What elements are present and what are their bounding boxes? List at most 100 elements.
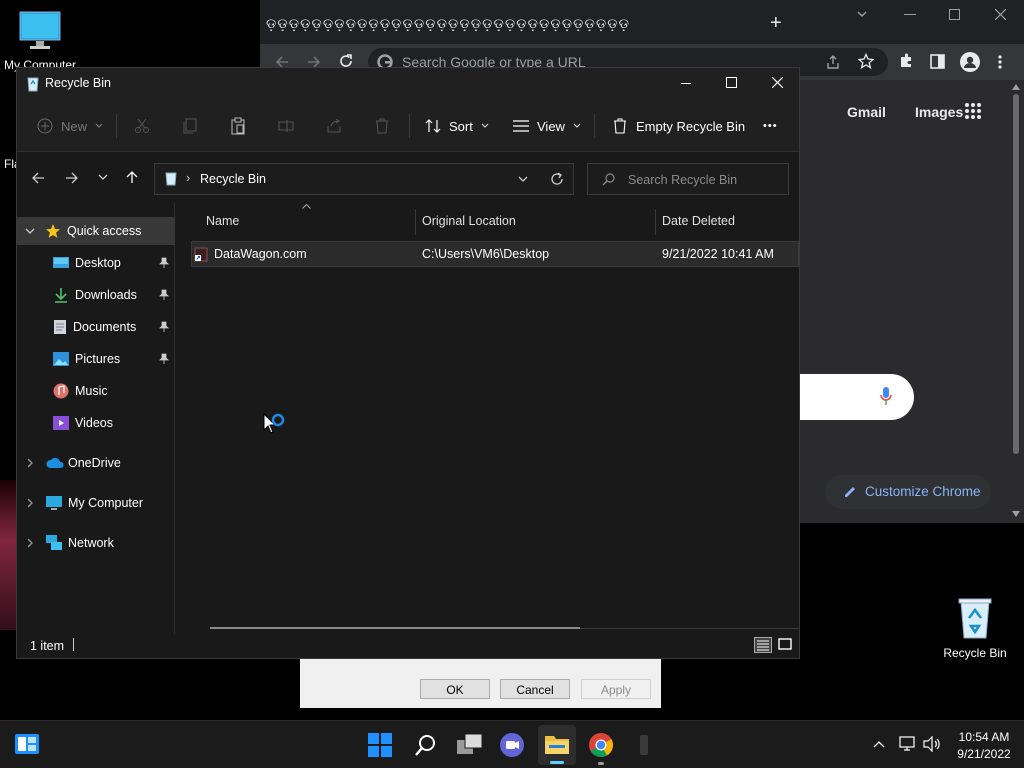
start-windows-icon[interactable] — [368, 733, 392, 757]
column-header-name[interactable]: Name — [206, 203, 239, 235]
nav-item-downloads[interactable]: Downloads — [17, 281, 175, 309]
cloud-icon — [46, 457, 64, 469]
nav-item-desktop[interactable]: Desktop — [17, 249, 175, 277]
tab-search-icon[interactable] — [856, 8, 868, 20]
title-bar[interactable]: Recycle Bin — [17, 68, 799, 100]
column-divider[interactable] — [655, 209, 656, 235]
copy-button[interactable] — [182, 112, 198, 140]
widgets-icon[interactable] — [15, 732, 39, 756]
share-icon[interactable] — [825, 54, 841, 70]
network-status-icon[interactable] — [899, 736, 917, 752]
back-arrow-icon[interactable] — [31, 171, 45, 185]
file-original-location: C:\Users\VM6\Desktop — [422, 247, 550, 261]
nav-item-pictures[interactable]: Pictures — [17, 345, 175, 373]
pin-icon[interactable] — [159, 353, 169, 364]
close-icon[interactable] — [995, 9, 1006, 20]
chrome-icon[interactable] — [589, 733, 613, 765]
rename-button[interactable] — [278, 112, 294, 140]
file-explorer-taskbar-button[interactable] — [538, 725, 576, 765]
cancel-button[interactable]: Cancel — [500, 679, 570, 699]
horizontal-scrollbar[interactable] — [210, 627, 580, 629]
search-icon — [602, 173, 615, 186]
show-hidden-icons-icon[interactable] — [873, 740, 885, 748]
nav-item-videos[interactable]: Videos — [17, 409, 175, 437]
pin-icon[interactable] — [159, 321, 169, 332]
delete-button[interactable] — [374, 112, 390, 140]
new-button[interactable]: New — [37, 112, 103, 140]
chrome-tab[interactable]: ଡ଼ଡ଼ଡ଼ଡ଼ଡ଼ଡ଼ଡ଼ଡ଼ଡ଼ଡ଼ଡ଼ଡ଼ଡ଼ଡ଼ଡ଼ଡ଼ଡ଼ଡ଼ଡ଼ଡ଼… — [266, 10, 736, 40]
search-box[interactable]: Search Recycle Bin — [587, 163, 789, 195]
images-link[interactable]: Images — [915, 104, 963, 120]
search-icon[interactable] — [414, 733, 438, 757]
customize-chrome-button[interactable]: Customize Chrome — [825, 475, 991, 509]
desktop-icon-my-computer[interactable]: My Computer — [0, 8, 80, 72]
ok-button[interactable]: OK — [420, 679, 490, 699]
nav-item-documents[interactable]: Documents — [17, 313, 175, 341]
chevron-down-icon[interactable] — [518, 176, 528, 183]
bookmark-star-icon[interactable] — [858, 53, 874, 69]
scroll-up-icon[interactable] — [1012, 84, 1020, 90]
google-search-box[interactable] — [800, 374, 914, 420]
table-row[interactable]: DataWagon.com C:\Users\VM6\Desktop 9/21/… — [191, 241, 799, 267]
details-view-icon[interactable] — [754, 637, 772, 653]
sort-button[interactable]: Sort — [425, 112, 489, 140]
maximize-icon[interactable] — [949, 9, 960, 20]
apply-button[interactable]: Apply — [581, 679, 651, 699]
nav-item-quick-access[interactable]: Quick access — [17, 217, 175, 245]
volume-icon[interactable] — [923, 736, 941, 752]
breadcrumb-recycle-bin[interactable]: Recycle Bin — [200, 172, 266, 186]
large-icons-view-icon[interactable] — [777, 637, 795, 653]
forward-arrow-icon[interactable] — [65, 171, 79, 185]
more-options-button[interactable]: ••• — [763, 112, 778, 140]
column-header-date-deleted[interactable]: Date Deleted — [662, 203, 735, 235]
nav-label: Network — [68, 536, 114, 550]
column-divider[interactable] — [415, 209, 416, 235]
chrome-tab-strip: ଡ଼ଡ଼ଡ଼ଡ଼ଡ଼ଡ଼ଡ଼ଡ଼ଡ଼ଡ଼ଡ଼ଡ଼ଡ଼ଡ଼ଡ଼ଡ଼ଡ଼ଡ଼ଡ଼ଡ଼… — [260, 0, 1024, 44]
desktop-icon-recycle-bin[interactable]: Recycle Bin — [934, 596, 1016, 660]
scroll-thumb[interactable] — [1013, 94, 1019, 454]
view-button[interactable]: View — [513, 112, 581, 140]
side-panel-icon[interactable] — [930, 54, 945, 69]
up-arrow-icon[interactable] — [125, 170, 139, 184]
folder-icon — [545, 734, 569, 754]
pin-icon[interactable] — [159, 257, 169, 268]
nav-label: Quick access — [67, 224, 142, 238]
column-header-original-location[interactable]: Original Location — [422, 203, 516, 235]
address-bar[interactable]: › Recycle Bin — [154, 163, 574, 195]
scroll-down-icon[interactable] — [1012, 511, 1020, 517]
pin-icon[interactable] — [159, 289, 169, 300]
close-icon[interactable] — [772, 77, 783, 88]
clock-time: 10:54 AM — [958, 730, 1010, 744]
clock[interactable]: 10:54 AM 9/21/2022 — [950, 730, 1018, 761]
menu-kebab-icon[interactable] — [998, 54, 1002, 70]
chrome-scrollbar[interactable] — [1008, 80, 1024, 523]
nav-item-music[interactable]: Music — [17, 377, 175, 405]
recent-locations-icon[interactable] — [98, 174, 108, 181]
empty-recycle-bin-button[interactable]: Empty Recycle Bin — [612, 112, 745, 140]
extensions-icon[interactable] — [898, 53, 914, 69]
apps-grid-icon[interactable] — [964, 102, 982, 120]
profile-icon[interactable] — [960, 52, 980, 72]
nav-item-my-computer[interactable]: My Computer — [17, 489, 175, 517]
minimize-icon[interactable] — [681, 83, 691, 85]
music-icon — [53, 383, 69, 399]
refresh-icon[interactable] — [550, 172, 564, 186]
paste-button[interactable] — [230, 112, 246, 140]
task-view-icon[interactable] — [457, 734, 483, 756]
share-button[interactable] — [326, 112, 342, 140]
teams-chat-icon[interactable] — [500, 733, 524, 757]
nav-item-network[interactable]: Network — [17, 529, 175, 557]
app-icon[interactable] — [636, 733, 652, 757]
maximize-icon[interactable] — [726, 77, 737, 88]
desktop-folder-icon — [53, 256, 69, 270]
cut-button[interactable] — [134, 112, 150, 140]
nav-item-onedrive[interactable]: OneDrive — [17, 449, 175, 477]
chevron-down-icon — [573, 123, 581, 129]
gmail-link[interactable]: Gmail — [847, 104, 886, 120]
running-indicator — [598, 762, 604, 765]
monitor-icon — [46, 495, 62, 511]
chevron-right-icon — [27, 498, 34, 508]
microphone-icon[interactable] — [880, 387, 892, 407]
minimize-icon[interactable] — [904, 14, 916, 16]
new-tab-button[interactable]: + — [770, 12, 782, 35]
